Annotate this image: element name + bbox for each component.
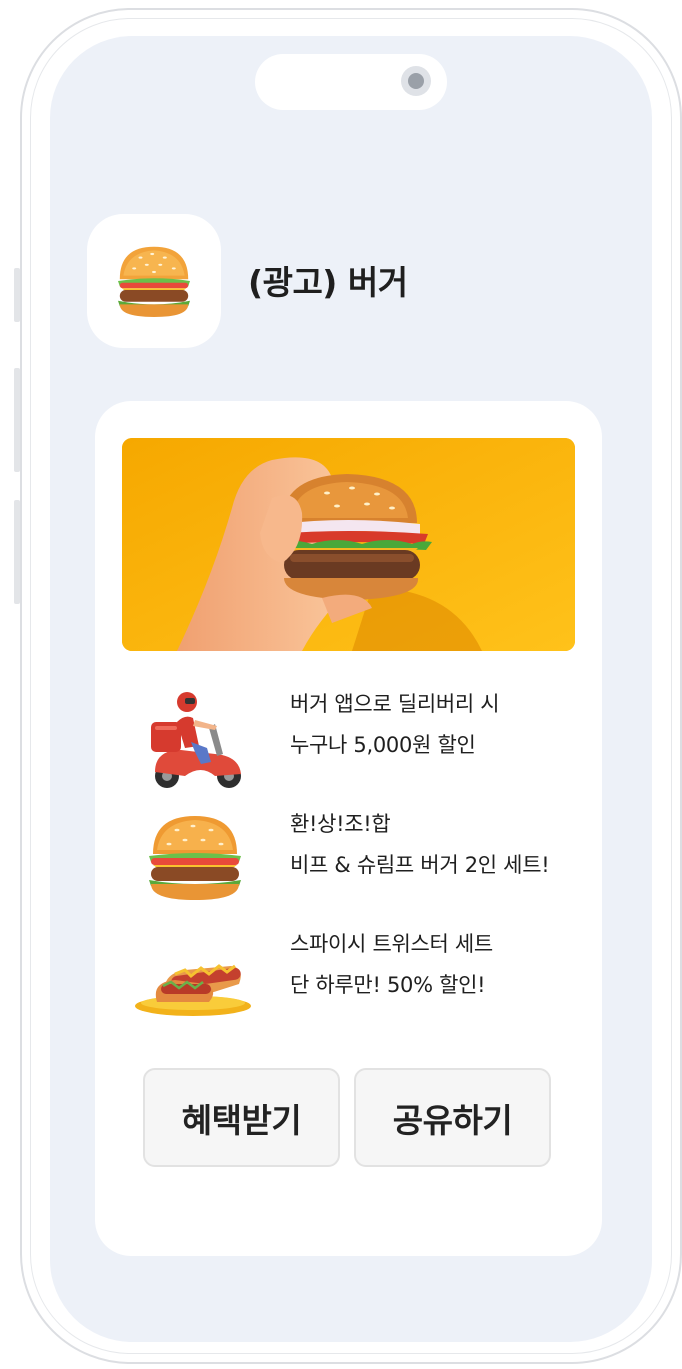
dynamic-island: [255, 54, 447, 110]
phone-screen: (광고) 버거 버거 앱으로 딜리버리 시 누구나 5,000원 할인 환!상!…: [50, 36, 652, 1342]
get-benefit-button[interactable]: 혜택받기: [143, 1068, 340, 1167]
mute-switch: [14, 268, 20, 322]
feature-text: 스파이시 트위스터 세트 단 하루만! 50% 할인!: [290, 924, 493, 1006]
feature-item-combo: 환!상!조!합 비프 & 슈림프 버거 2인 세트!: [135, 804, 575, 914]
hand-holding-burger-illustration: [122, 438, 575, 651]
delivery-scooter-icon: [151, 692, 241, 788]
promo-banner-image[interactable]: [122, 438, 575, 651]
ad-card: 버거 앱으로 딜리버리 시 누구나 5,000원 할인 환!상!조!합 비프 &…: [95, 401, 602, 1256]
feature-title: 스파이시 트위스터 세트: [290, 932, 493, 956]
hotdog-plate-icon: [135, 964, 251, 1016]
app-icon: [87, 214, 221, 348]
feature-title: 환!상!조!합: [290, 812, 391, 836]
feature-subtitle: 비프 & 슈림프 버거 2인 세트!: [290, 853, 550, 877]
feature-item-spicy: 스파이시 트위스터 세트 단 하루만! 50% 할인!: [135, 924, 575, 1034]
feature-text: 환!상!조!합 비프 & 슈림프 버거 2인 세트!: [290, 804, 550, 886]
feature-subtitle: 단 하루만! 50% 할인!: [290, 973, 486, 997]
feature-item-delivery: 버거 앱으로 딜리버리 시 누구나 5,000원 할인: [135, 684, 575, 794]
share-button[interactable]: 공유하기: [354, 1068, 551, 1167]
app-title: (광고) 버거: [248, 263, 408, 302]
feature-text: 버거 앱으로 딜리버리 시 누구나 5,000원 할인: [290, 684, 500, 766]
burger-icon: [118, 246, 190, 317]
feature-subtitle: 누구나 5,000원 할인: [290, 733, 476, 757]
feature-title: 버거 앱으로 딜리버리 시: [290, 692, 500, 716]
burger-icon: [149, 816, 241, 900]
volume-up-button: [14, 368, 20, 472]
camera-icon: [401, 66, 431, 96]
volume-down-button: [14, 500, 20, 604]
